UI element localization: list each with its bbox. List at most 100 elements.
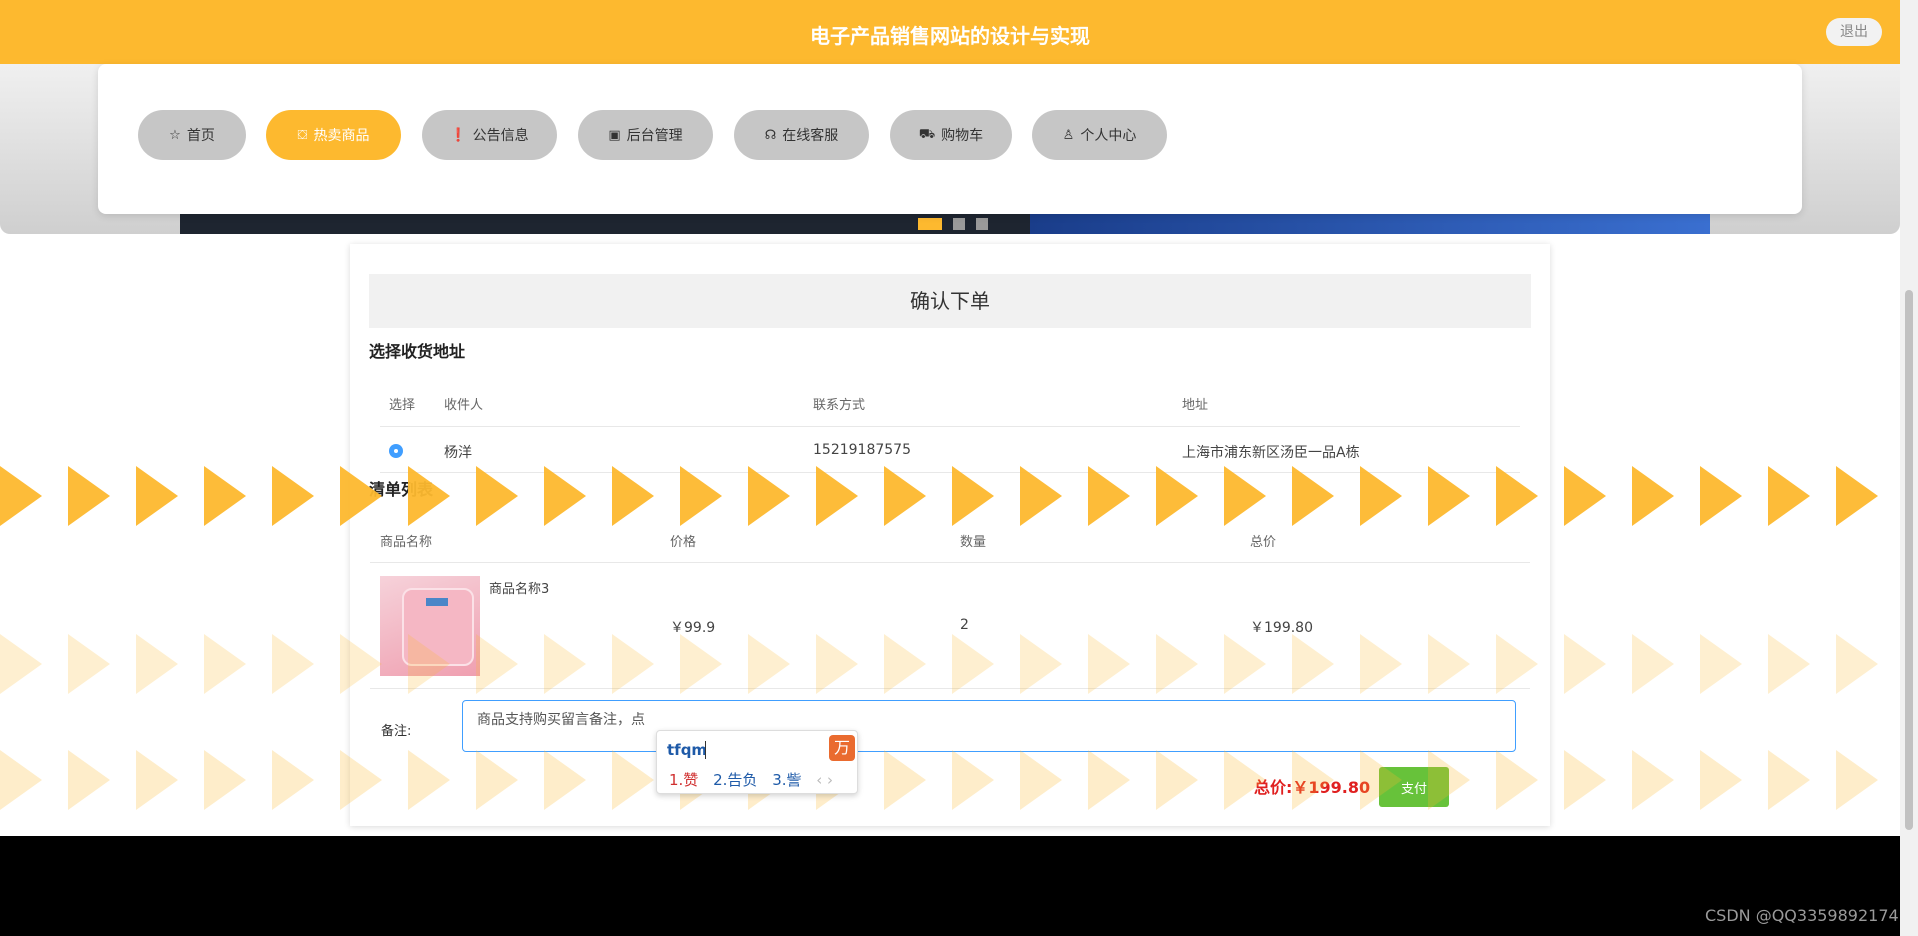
nav-item-label: 热卖商品: [313, 128, 370, 144]
product-subtotal: ￥199.80: [1250, 620, 1313, 636]
user-icon: ♙: [1062, 127, 1075, 143]
ime-candidate-1[interactable]: 1.赞: [669, 771, 698, 789]
chevron-shape: [136, 466, 178, 526]
nav-item-admin[interactable]: ▣ 后台管理: [578, 110, 713, 160]
nav-item-home[interactable]: ☆ 首页: [138, 110, 246, 160]
bag-icon: ⛋: [297, 127, 308, 143]
address-radio[interactable]: [389, 444, 403, 458]
chevron-shape: [1700, 466, 1742, 526]
watermark: CSDN @QQ3359892174: [1705, 906, 1899, 925]
cart-icon: ⛟: [918, 126, 936, 142]
product-image: [380, 576, 480, 676]
carousel-image-blue: [1030, 214, 1710, 234]
nav-item-hot-products[interactable]: ⛋ 热卖商品: [266, 110, 401, 160]
info-icon: ❗: [450, 127, 467, 143]
scrollbar-thumb[interactable]: [1905, 290, 1913, 830]
item-header-name: 商品名称: [380, 535, 433, 550]
chevron-shape: [272, 466, 314, 526]
address-header-address: 地址: [1182, 398, 1209, 413]
chevron-shape: [68, 634, 110, 694]
chevron-shape: [1836, 466, 1878, 526]
chevron-shape: [68, 466, 110, 526]
chevron-shape: [204, 750, 246, 810]
product-price: ￥99.9: [670, 620, 716, 636]
chevron-shape: [1700, 634, 1742, 694]
site-title: 电子产品销售网站的设计与实现: [810, 24, 1090, 48]
item-header-quantity: 数量: [960, 535, 987, 550]
headset-icon: ☊: [764, 127, 777, 143]
nav-item-announcements[interactable]: ❗ 公告信息: [422, 110, 557, 160]
ime-candidate-popup: tfqm 万 1.赞 2.告负 3.訾 ‹ ›: [656, 730, 858, 794]
ime-pinyin: tfqm: [667, 741, 708, 759]
divider: [380, 472, 1520, 473]
chevron-shape: [1836, 634, 1878, 694]
nav-item-label: 个人中心: [1080, 128, 1137, 144]
nav-item-label: 购物车: [941, 128, 984, 144]
chevron-shape: [1768, 750, 1810, 810]
ime-candidates: 1.赞 2.告负 3.訾 ‹ ›: [669, 769, 843, 790]
chevron-shape: [0, 466, 42, 526]
carousel-dot-3[interactable]: [976, 218, 989, 230]
nav-item-online-service[interactable]: ☊ 在线客服: [734, 110, 869, 160]
chevron-shape: [0, 750, 42, 810]
chevron-shape: [136, 750, 178, 810]
chevron-shape: [1768, 634, 1810, 694]
item-header-total: 总价: [1250, 535, 1277, 550]
chevron-shape: [1632, 466, 1674, 526]
chevron-shape: [1768, 466, 1810, 526]
carousel-dot-2[interactable]: [953, 218, 966, 230]
address-header-select: 选择: [389, 398, 416, 413]
chevron-shape: [204, 634, 246, 694]
nav-card: ☆ 首页 ⛋ 热卖商品 ❗ 公告信息 ▣ 后台管理 ☊ 在线客服 ⛟ 购物车 ♙…: [98, 64, 1802, 214]
remark-textarea[interactable]: 商品支持购买留言备注，点: [462, 700, 1516, 752]
chevron-shape: [68, 750, 110, 810]
product-name: 商品名称3: [489, 582, 550, 597]
chevron-shape: [204, 466, 246, 526]
footer: [0, 836, 1900, 936]
chevron-shape: [136, 634, 178, 694]
divider: [370, 562, 1530, 563]
address-header-phone: 联系方式: [813, 398, 866, 413]
chevron-shape: [1564, 634, 1606, 694]
product-quantity: 2: [960, 617, 969, 633]
chevron-shape: [1632, 750, 1674, 810]
address-section-title: 选择收货地址: [369, 342, 466, 361]
carousel-dot-1[interactable]: [918, 218, 942, 230]
divider: [380, 426, 1520, 427]
chevron-shape: [272, 750, 314, 810]
remark-label: 备注:: [381, 724, 412, 739]
chevron-shape: [1700, 750, 1742, 810]
logout-button[interactable]: 退出: [1826, 18, 1882, 46]
chevron-shape: [1564, 466, 1606, 526]
nav-item-cart[interactable]: ⛟ 购物车: [890, 110, 1012, 160]
page-scrollbar[interactable]: [1900, 0, 1918, 936]
address-recipient: 杨洋: [444, 445, 472, 461]
chevron-shape: [1836, 750, 1878, 810]
chevron-shape: [0, 634, 42, 694]
items-section-title: 清单列表: [369, 480, 434, 499]
item-header-price: 价格: [670, 535, 697, 550]
nav-item-label: 首页: [186, 128, 215, 144]
divider: [370, 688, 1530, 689]
address-phone: 15219187575: [813, 442, 911, 458]
address-header-recipient: 收件人: [444, 398, 484, 413]
total-value: ￥199.80: [1292, 778, 1371, 797]
order-heading: 确认下单: [369, 274, 1531, 328]
nav-item-label: 在线客服: [782, 128, 839, 144]
box-icon: ▣: [608, 127, 621, 143]
chevron-shape: [1564, 750, 1606, 810]
total-label: 总价:: [1254, 778, 1293, 797]
address-text: 上海市浦东新区汤臣一品A栋: [1182, 445, 1360, 461]
header-bar: 电子产品销售网站的设计与实现 退出: [0, 0, 1900, 64]
ime-page-arrows-icon[interactable]: ‹ ›: [816, 771, 833, 789]
pay-button[interactable]: 支付: [1379, 767, 1449, 807]
ime-candidate-2[interactable]: 2.告负: [713, 771, 757, 789]
nav-item-label: 公告信息: [472, 128, 529, 144]
star-icon: ☆: [169, 127, 181, 143]
total-price: 总价:￥199.80: [1254, 774, 1370, 798]
nav-item-label: 后台管理: [626, 128, 683, 144]
ime-caret: [705, 741, 706, 759]
chevron-shape: [272, 634, 314, 694]
ime-candidate-3[interactable]: 3.訾: [772, 771, 801, 789]
nav-item-profile[interactable]: ♙ 个人中心: [1032, 110, 1167, 160]
